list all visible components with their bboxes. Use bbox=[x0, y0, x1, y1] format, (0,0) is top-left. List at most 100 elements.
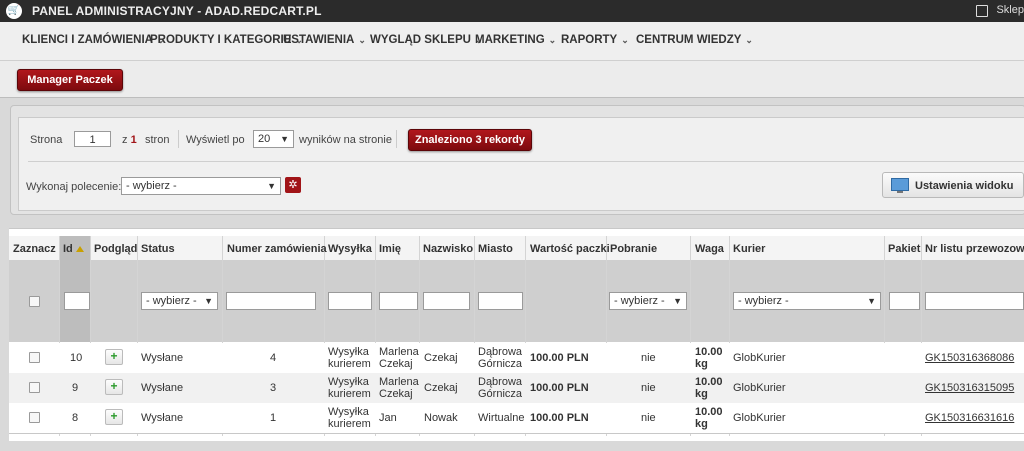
view-settings-button[interactable]: Ustawienia widoku bbox=[882, 172, 1024, 198]
row-first-name: Marlena Czekaj bbox=[379, 346, 419, 370]
menu-shop-look[interactable]: WYGLĄD SKLEPU ⌄ bbox=[370, 34, 483, 46]
row-city: Dąbrowa Górnicza bbox=[478, 346, 523, 370]
sub-toolbar bbox=[0, 61, 1024, 98]
row-courier: GlobKurier bbox=[733, 352, 786, 364]
menu-clients-orders[interactable]: KLIENCI I ZAMÓWIENIA ⌄ bbox=[22, 34, 165, 46]
chevron-down-icon: ⌄ bbox=[621, 35, 629, 45]
row-cod: nie bbox=[641, 412, 656, 424]
results-label: wyników na stronie bbox=[299, 134, 392, 146]
chevron-down-icon: ⌄ bbox=[548, 35, 557, 45]
row-weight: 10.00 kg bbox=[695, 376, 723, 400]
row-order-no: 3 bbox=[270, 382, 277, 394]
row-last-name: Nowak bbox=[424, 412, 458, 424]
preview-plus-icon[interactable]: + bbox=[105, 409, 123, 425]
select-all-checkbox[interactable] bbox=[29, 296, 40, 307]
pages-label: stron bbox=[145, 134, 170, 146]
col-header-value[interactable]: Wartość paczki bbox=[530, 243, 610, 255]
col-header-last-name[interactable]: Nazwisko bbox=[423, 243, 473, 255]
row-status: Wysłane bbox=[141, 412, 184, 424]
preview-plus-icon[interactable]: + bbox=[105, 349, 123, 365]
chevron-down-icon: ⌄ bbox=[745, 35, 753, 45]
show-label: Wyświetl po bbox=[186, 134, 245, 146]
col-header-tracking[interactable]: Nr listu przewozow bbox=[925, 243, 1024, 255]
col-header-first-name[interactable]: Imię bbox=[379, 243, 401, 255]
col-header-shipping[interactable]: Wysyłka bbox=[328, 243, 372, 255]
filter-tracking-input[interactable] bbox=[925, 292, 1024, 310]
row-city: Wirtualne bbox=[478, 412, 525, 424]
row-courier: GlobKurier bbox=[733, 412, 786, 424]
row-id: 8 bbox=[72, 412, 79, 424]
row-weight: 10.00 kg bbox=[695, 346, 723, 370]
found-records-badge: Znaleziono 3 rekordy bbox=[408, 129, 532, 151]
filter-status-select[interactable]: - wybierz - ▼ bbox=[141, 292, 218, 310]
row-city: Dąbrowa Górnicza bbox=[478, 376, 523, 400]
execute-gear-icon[interactable]: ✲ bbox=[285, 177, 301, 193]
row-tracking-link[interactable]: GK150316631616 bbox=[925, 412, 1014, 424]
col-header-courier[interactable]: Kurier bbox=[733, 243, 765, 255]
col-header-cod[interactable]: Pobranie bbox=[610, 243, 657, 255]
filter-city-input[interactable] bbox=[478, 292, 523, 310]
row-checkbox[interactable] bbox=[29, 352, 40, 363]
row-last-name: Czekaj bbox=[424, 352, 458, 364]
filter-first-name-input[interactable] bbox=[379, 292, 418, 310]
col-header-id[interactable]: Id bbox=[63, 243, 84, 255]
col-header-city[interactable]: Miasto bbox=[478, 243, 513, 255]
row-status: Wysłane bbox=[141, 352, 184, 364]
row-shipping: Wysyłka kurierem bbox=[328, 376, 371, 400]
dropdown-arrow-icon: ▼ bbox=[867, 296, 876, 306]
row-order-no: 1 bbox=[270, 412, 277, 424]
col-header-select: Zaznacz bbox=[13, 243, 56, 255]
panel-separator bbox=[28, 161, 1024, 162]
cart-logo-icon: 🛒 bbox=[6, 3, 22, 19]
per-page-select[interactable]: 20 ▼ bbox=[253, 130, 294, 148]
row-value: 100.00 PLN bbox=[530, 412, 589, 424]
shop-icon[interactable] bbox=[976, 5, 988, 17]
dropdown-arrow-icon: ▼ bbox=[673, 296, 682, 306]
filter-cod-select[interactable]: - wybierz - ▼ bbox=[609, 292, 687, 310]
row-value: 100.00 PLN bbox=[530, 382, 589, 394]
filter-courier-select[interactable]: - wybierz - ▼ bbox=[733, 292, 881, 310]
menu-marketing[interactable]: MARKETING ⌄ bbox=[475, 34, 556, 46]
main-menu: KLIENCI I ZAMÓWIENIA ⌄ PRODUKTY I KATEGOR… bbox=[0, 22, 1024, 61]
row-shipping: Wysyłka kurierem bbox=[328, 406, 371, 430]
row-tracking-link[interactable]: GK150316368086 bbox=[925, 352, 1014, 364]
menu-reports[interactable]: RAPORTY ⌄ bbox=[561, 34, 629, 46]
row-courier: GlobKurier bbox=[733, 382, 786, 394]
filter-order-no-input[interactable] bbox=[226, 292, 316, 310]
row-first-name: Marlena Czekaj bbox=[379, 376, 419, 400]
command-select[interactable]: - wybierz - ▼ bbox=[121, 177, 281, 195]
dropdown-arrow-icon: ▼ bbox=[204, 296, 213, 306]
page-input[interactable]: 1 bbox=[74, 131, 111, 147]
col-header-weight[interactable]: Waga bbox=[695, 243, 724, 255]
menu-knowledge-center[interactable]: CENTRUM WIEDZY ⌄ bbox=[636, 34, 753, 46]
shop-link[interactable]: Sklep bbox=[996, 4, 1024, 16]
menu-products-categories[interactable]: PRODUKTY I KATEGORIE ⌄ bbox=[150, 34, 303, 46]
row-checkbox[interactable] bbox=[29, 412, 40, 423]
row-shipping: Wysyłka kurierem bbox=[328, 346, 371, 370]
row-tracking-link[interactable]: GK150316315095 bbox=[925, 382, 1014, 394]
preview-plus-icon[interactable]: + bbox=[105, 379, 123, 395]
row-checkbox[interactable] bbox=[29, 382, 40, 393]
table-bottom-border bbox=[9, 433, 1024, 434]
row-cod: nie bbox=[641, 382, 656, 394]
divider bbox=[178, 130, 179, 148]
filter-id-input[interactable] bbox=[64, 292, 90, 310]
row-status: Wysłane bbox=[141, 382, 184, 394]
command-label: Wykonaj polecenie: bbox=[26, 181, 122, 193]
filter-last-name-input[interactable] bbox=[423, 292, 470, 310]
row-weight: 10.00 kg bbox=[695, 406, 723, 430]
divider bbox=[396, 130, 397, 148]
col-header-order-no[interactable]: Numer zamówienia bbox=[227, 243, 327, 255]
filter-shipping-input[interactable] bbox=[328, 292, 372, 310]
menu-settings[interactable]: USTAWIENIA ⌄ bbox=[283, 34, 366, 46]
col-header-status[interactable]: Status bbox=[141, 243, 175, 255]
package-manager-button[interactable]: Manager Paczek bbox=[17, 69, 123, 91]
sort-asc-icon bbox=[75, 246, 84, 253]
row-cod: nie bbox=[641, 352, 656, 364]
top-bar: 🛒 PANEL ADMINISTRACYJNY - ADAD.REDCART.P… bbox=[0, 0, 1024, 22]
filter-package-input[interactable] bbox=[889, 292, 920, 310]
row-last-name: Czekaj bbox=[424, 382, 458, 394]
monitor-icon bbox=[891, 178, 909, 193]
col-header-package[interactable]: Pakiet bbox=[888, 243, 920, 255]
row-id: 9 bbox=[72, 382, 79, 394]
